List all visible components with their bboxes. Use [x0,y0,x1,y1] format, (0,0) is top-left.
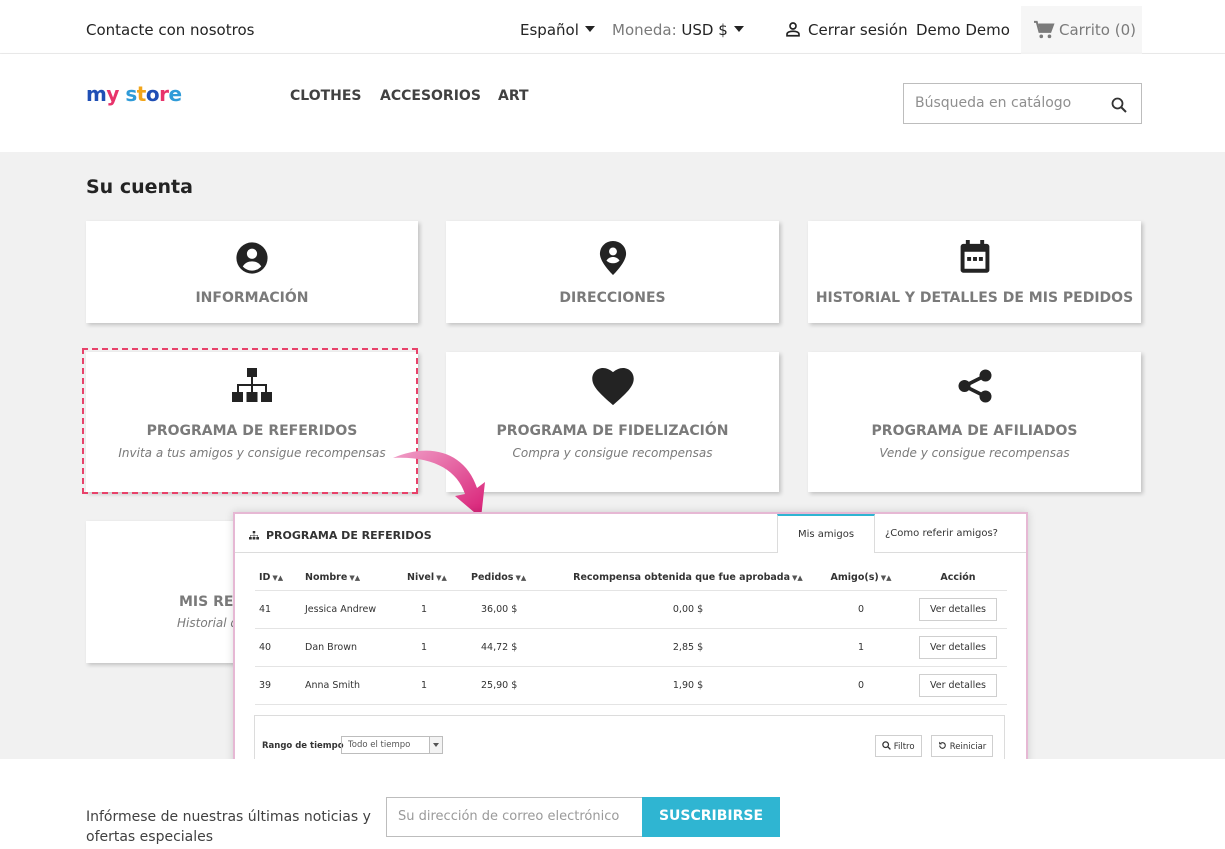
table-row: 41 Jessica Andrew 1 36,00 $ 0,00 $ 0 Ver… [255,590,1007,629]
contact-link[interactable]: Contacte con nosotros [86,21,254,39]
filter-button[interactable]: Filtro [875,735,922,757]
panel-title-text: PROGRAMA DE REFERIDOS [266,529,432,542]
calendar-icon [808,240,1141,274]
chevron-down-icon [584,26,595,32]
account-circle-icon [86,241,418,275]
nav-clothes[interactable]: CLOTHES [290,88,362,104]
divider [235,552,1026,553]
col-amigos[interactable]: Amigo(s) ▼▲ [813,565,909,591]
refresh-icon [939,741,946,749]
cell-reward: 1,90 $ [563,666,813,705]
heart-icon [446,368,779,406]
reset-button[interactable]: Reiniciar [931,735,994,757]
card-label: DIRECCIONES [559,290,666,306]
user-name-link[interactable]: Demo Demo [916,21,1010,39]
time-range-select[interactable]: Todo el tiempo [341,736,443,754]
search-icon [882,741,891,750]
newsletter-text: Infórmese de nuestras últimas noticias y… [86,809,371,845]
currency-label: Moneda: [612,21,677,39]
share-icon [808,368,1141,404]
cell-orders: 44,72 $ [467,628,563,667]
table-header-row: ID ▼▲ Nombre ▼▲ Nivel ▼▲ Pedidos ▼▲ Recompen… [255,565,1007,591]
email-field[interactable]: Su dirección de correo electrónico [386,797,643,837]
card-subtitle: Vende y consigue recompensas [879,446,1070,460]
language-selector[interactable]: Español [520,21,595,39]
card-informacion[interactable]: INFORMACIÓN [86,221,418,323]
cell-id: 40 [255,628,301,667]
cell-name: Jessica Andrew [301,590,403,629]
col-nombre[interactable]: Nombre ▼▲ [301,565,403,591]
chevron-down-icon [429,737,442,753]
user-icon [786,22,800,37]
nav-accesorios[interactable]: ACCESORIOS [380,88,481,104]
cell-level: 1 [403,590,467,629]
col-recompensa[interactable]: Recompensa obtenida que fue aprobada ▼▲ [563,565,813,591]
cell-reward: 0,00 $ [563,590,813,629]
search-placeholder: Búsqueda en catálogo [915,95,1072,111]
col-id[interactable]: ID ▼▲ [255,565,301,591]
page-title: Su cuenta [86,176,193,198]
cart-icon [1034,20,1055,39]
cell-id: 39 [255,666,301,705]
cell-orders: 36,00 $ [467,590,563,629]
logout-label: Cerrar sesión [808,21,908,39]
header: my store CLOTHES ACCESORIOS ART Búsqueda… [0,54,1225,152]
cell-orders: 25,90 $ [467,666,563,705]
time-range-value: Todo el tiempo [348,740,411,750]
card-label: PROGRAMA DE AFILIADOS [871,423,1078,439]
card-label: INFORMACIÓN [195,290,309,306]
nav-art[interactable]: ART [498,88,529,104]
card-label: PROGRAMA DE FIDELIZACIÓN [496,423,729,439]
table-row: 39 Anna Smith 1 25,90 $ 1,90 $ 0 Ver det… [255,666,1007,705]
store-logo[interactable]: my store [86,82,182,106]
search-icon[interactable] [1111,97,1127,113]
cart-label: Carrito (0) [1059,21,1136,39]
cart-button[interactable]: Carrito (0) [1021,6,1142,54]
tab-mis-amigos[interactable]: Mis amigos [777,514,875,553]
top-bar: Contacte con nosotros Español Moneda: US… [0,0,1225,54]
referral-panel: PROGRAMA DE REFERIDOS Mis amigos ¿Como r… [233,512,1028,797]
highlight-frame [82,348,418,494]
cell-level: 1 [403,628,467,667]
reset-label: Reiniciar [949,742,987,752]
col-accion: Acción [909,565,1007,591]
cell-friends: 0 [813,666,909,705]
card-programa-afiliados[interactable]: PROGRAMA DE AFILIADOS Vende y consigue r… [808,352,1141,492]
language-label: Español [520,21,579,39]
filter-label: Filtro [893,742,915,752]
referral-table: ID ▼▲ Nombre ▼▲ Nivel ▼▲ Pedidos ▼▲ Recompen… [255,565,1007,705]
ver-detalles-button[interactable]: Ver detalles [918,635,998,659]
sitemap-icon [249,531,259,540]
cell-id: 41 [255,590,301,629]
cell-reward: 2,85 $ [563,628,813,667]
cell-friends: 1 [813,628,909,667]
currency-value: USD $ [681,21,728,39]
cell-name: Dan Brown [301,628,403,667]
ver-detalles-button[interactable]: Ver detalles [918,673,998,697]
location-pin-icon [446,241,779,275]
card-historial[interactable]: HISTORIAL Y DETALLES DE MIS PEDIDOS [808,221,1141,323]
search-input[interactable]: Búsqueda en catálogo [903,83,1142,124]
tab-como-referir[interactable]: ¿Como referir amigos? [885,528,998,539]
panel-title: PROGRAMA DE REFERIDOS [249,529,432,542]
cell-name: Anna Smith [301,666,403,705]
card-label: HISTORIAL Y DETALLES DE MIS PEDIDOS [815,290,1134,306]
ver-detalles-button[interactable]: Ver detalles [918,597,998,621]
cell-level: 1 [403,666,467,705]
newsletter-section: Infórmese de nuestras últimas noticias y… [0,759,1225,849]
card-direcciones[interactable]: DIRECCIONES [446,221,779,323]
currency-selector[interactable]: Moneda: USD $ [612,21,744,39]
subscribe-button[interactable]: SUSCRIBIRSE [642,797,780,837]
col-nivel[interactable]: Nivel ▼▲ [403,565,467,591]
col-pedidos[interactable]: Pedidos ▼▲ [467,565,563,591]
cell-friends: 0 [813,590,909,629]
logout-link[interactable]: Cerrar sesión [784,21,908,39]
chevron-down-icon [733,26,744,32]
time-range-label: Rango de tiempo [262,741,344,751]
table-row: 40 Dan Brown 1 44,72 $ 2,85 $ 1 Ver deta… [255,628,1007,667]
